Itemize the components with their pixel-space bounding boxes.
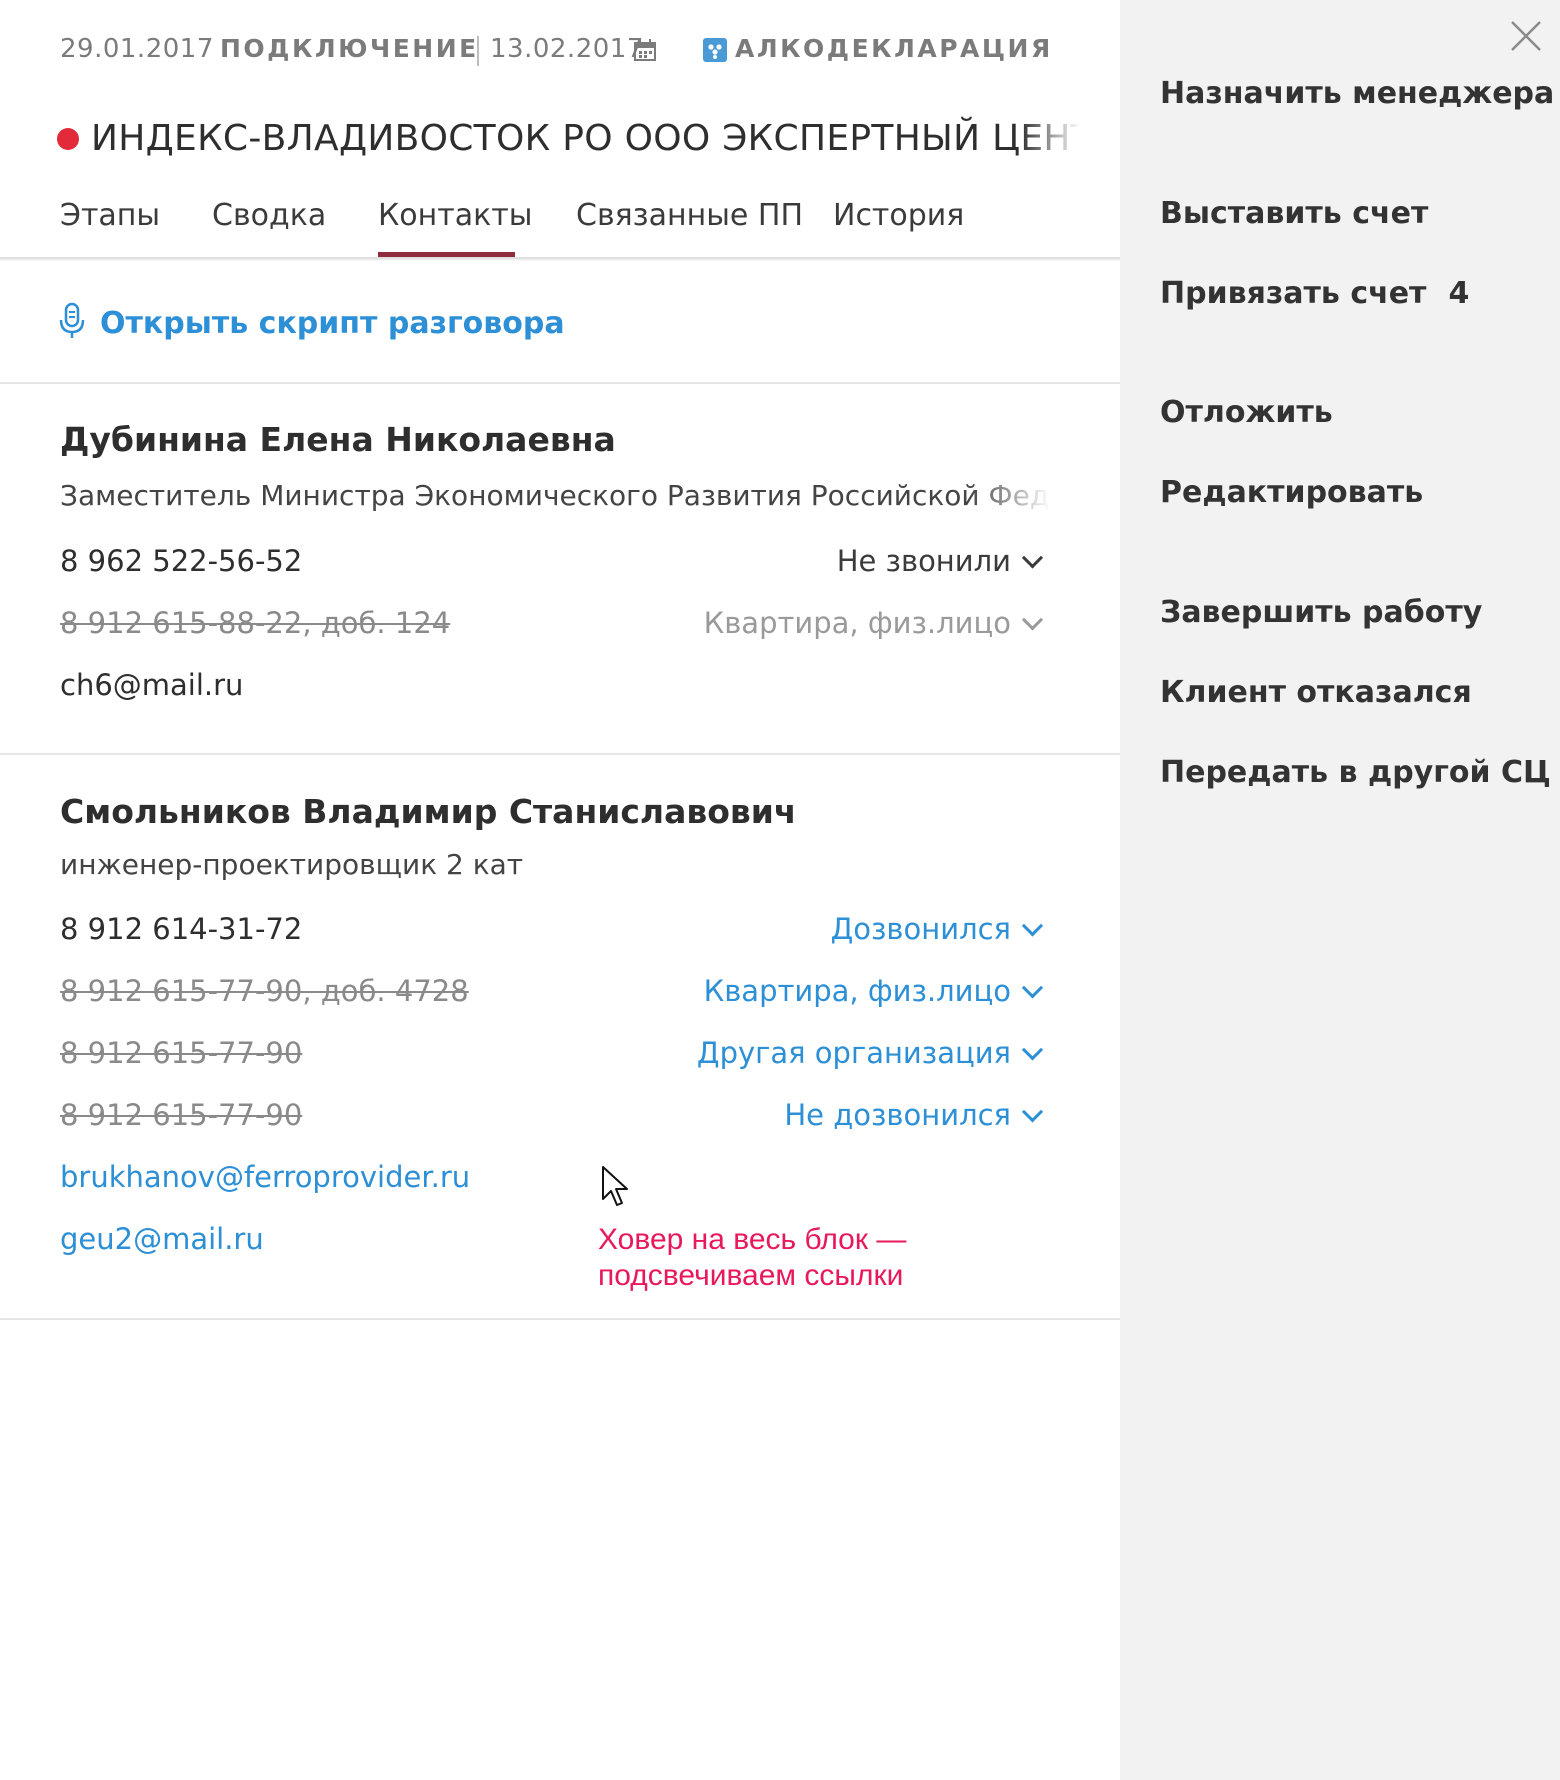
microphone-icon[interactable] (58, 302, 86, 340)
chevron-down-icon (1021, 546, 1044, 568)
link-invoice-label: Привязать счет (1160, 276, 1427, 311)
chevron-down-icon (1021, 1038, 1044, 1060)
page-title: ИНДЕКС-ВЛАДИВОСТОК РО ООО ЭКСПЕРТНЫЙ ЦЕН… (91, 118, 1089, 159)
contact-role: Заместитель Министра Экономического Разв… (60, 479, 1060, 512)
alcohol-declaration-icon (703, 38, 727, 62)
close-icon[interactable] (1506, 16, 1546, 56)
contact-email[interactable]: ch6@mail.ru (60, 665, 243, 705)
tabs-shadow (0, 258, 1120, 261)
design-annotation: Ховер на весь блок — подсвечиваем ссылки (598, 1222, 906, 1294)
issue-invoice-button[interactable]: Выставить счет (1160, 194, 1428, 234)
main-panel: 29.01.2017 ПОДКЛЮЧЕНИЕ 13.02.2017 АЛКОДЕ… (0, 0, 1120, 1780)
stage-label: ПОДКЛЮЧЕНИЕ (220, 34, 479, 63)
call-status-label: Дозвонился (830, 912, 1011, 946)
title-fade (1020, 110, 1090, 166)
meta-separator (477, 36, 479, 66)
call-status-dropdown[interactable]: Квартира, физ.лицо (703, 603, 1044, 643)
invoice-count-badge: 4 (1448, 276, 1470, 311)
finish-work-button[interactable]: Завершить работу (1160, 593, 1482, 633)
contact-name: Смольников Владимир Станиславович (60, 792, 797, 831)
call-status-dropdown[interactable]: Квартира, физ.лицо (703, 971, 1044, 1011)
chevron-down-icon (1021, 1100, 1044, 1122)
actions-sidebar (1120, 0, 1560, 1780)
tab-history[interactable]: История (833, 196, 964, 236)
contact-email[interactable]: brukhanov@ferroprovider.ru (60, 1157, 470, 1197)
tab-summary[interactable]: Сводка (212, 196, 326, 236)
role-fade (970, 477, 1060, 517)
divider (0, 382, 1120, 384)
assign-manager-button[interactable]: Назначить менеджера (1160, 74, 1554, 114)
postpone-button[interactable]: Отложить (1160, 393, 1333, 433)
active-tab-indicator (378, 252, 515, 257)
call-status-dropdown[interactable]: Не дозвонился (784, 1095, 1044, 1135)
meta-row: 29.01.2017 ПОДКЛЮЧЕНИЕ 13.02.2017 АЛКОДЕ… (60, 34, 1060, 70)
divider (0, 753, 1120, 755)
contact-phone[interactable]: 8 962 522-56-52 (60, 541, 302, 581)
contact-phone-invalid[interactable]: 8 912 615-88-22, доб. 124 (60, 603, 450, 643)
calendar-icon[interactable] (634, 39, 656, 61)
transfer-service-center-button[interactable]: Передать в другой СЦ (1160, 753, 1551, 793)
chevron-down-icon (1021, 914, 1044, 936)
chevron-down-icon (1021, 976, 1044, 998)
edit-button[interactable]: Редактировать (1160, 473, 1423, 513)
call-status-dropdown[interactable]: Другая организация (696, 1033, 1044, 1073)
annotation-line: Ховер на весь блок — (598, 1223, 907, 1256)
stage-date: 13.02.2017 (490, 34, 644, 64)
contact-name: Дубинина Елена Николаевна (60, 420, 616, 459)
contact-email[interactable]: geu2@mail.ru (60, 1219, 264, 1259)
status-dot (57, 128, 79, 150)
contact-phone[interactable]: 8 912 614-31-72 (60, 909, 302, 949)
call-status-dropdown[interactable]: Не звонили (836, 541, 1044, 581)
open-call-script-link[interactable]: Открыть скрипт разговора (100, 304, 565, 344)
call-status-label: Не дозвонился (784, 1098, 1011, 1132)
call-status-label: Квартира, физ.лицо (703, 606, 1011, 640)
mouse-pointer-icon (602, 1166, 628, 1206)
deal-date: 29.01.2017 (60, 34, 214, 64)
annotation-line: подсвечиваем ссылки (598, 1259, 904, 1292)
divider (0, 1318, 1120, 1320)
contact-phone-invalid[interactable]: 8 912 615-77-90 (60, 1095, 302, 1135)
link-invoice-button[interactable]: Привязать счет 4 (1160, 274, 1469, 314)
tab-related-pp[interactable]: Связанные ПП (576, 196, 803, 236)
contact-phone-invalid[interactable]: 8 912 615-77-90 (60, 1033, 302, 1073)
call-status-label: Не звонили (836, 544, 1011, 578)
call-status-dropdown[interactable]: Дозвонился (830, 909, 1044, 949)
product-label: АЛКОДЕКЛАРАЦИЯ (735, 34, 1053, 63)
call-status-label: Другая организация (696, 1036, 1011, 1070)
client-refused-button[interactable]: Клиент отказался (1160, 673, 1472, 713)
tab-stages[interactable]: Этапы (60, 196, 160, 236)
tab-contacts[interactable]: Контакты (378, 196, 532, 236)
contact-phone-invalid[interactable]: 8 912 615-77-90, доб. 4728 (60, 971, 469, 1011)
chevron-down-icon (1021, 608, 1044, 630)
contact-role: инженер-проектировщик 2 кат (60, 848, 524, 881)
call-status-label: Квартира, физ.лицо (703, 974, 1011, 1008)
